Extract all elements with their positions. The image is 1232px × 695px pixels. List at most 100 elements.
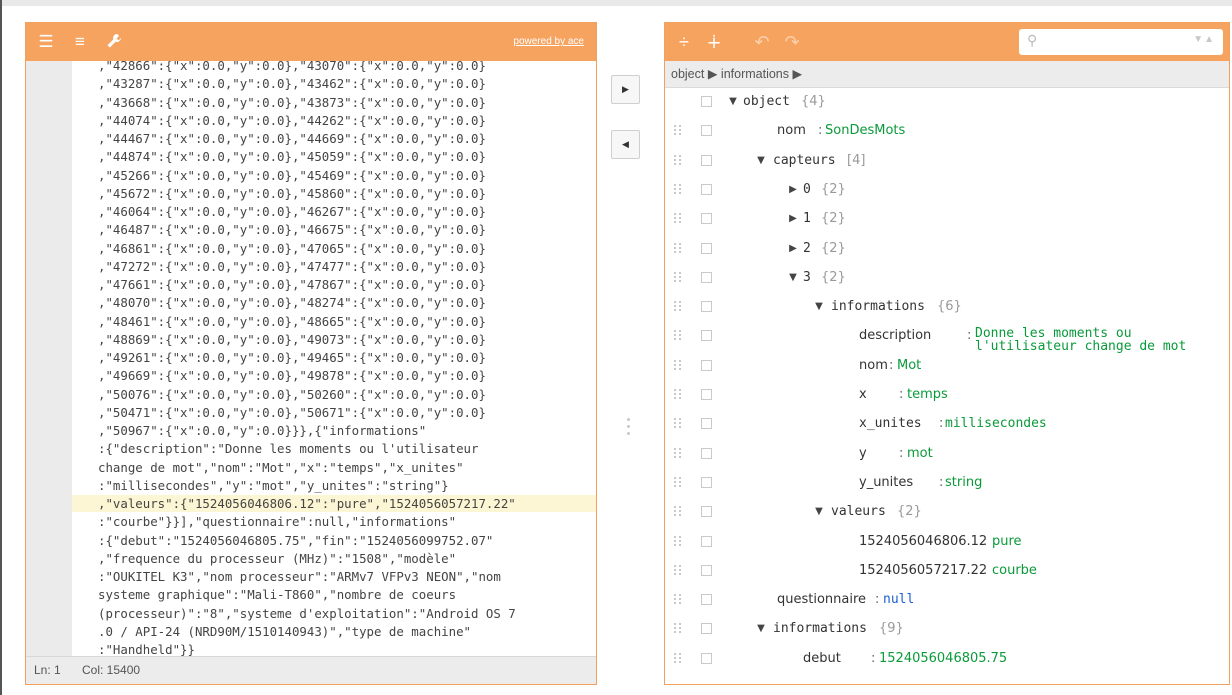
row-menu-checkbox[interactable] [701,447,712,459]
powered-by-ace-link[interactable]: powered by ace [513,36,584,47]
drag-handle-icon[interactable] [674,183,682,195]
drag-handle-icon[interactable] [674,506,682,517]
code-line[interactable]: ,"48461":{"x":0.0,"y":0.0},"48665":{"x":… [72,313,596,330]
code-line[interactable]: :"millisecondes","y":"mot","y_unites":"s… [72,477,596,494]
field-name[interactable]: description [859,321,931,350]
tree-row[interactable]: debut:1524056046805.75 [665,644,1229,673]
drag-handle-icon[interactable] [674,154,682,166]
row-menu-checkbox[interactable] [701,594,712,606]
field-value[interactable]: string [945,468,982,497]
code-line[interactable]: ,"50967":{"x":0.0,"y":0.0}}},{"informati… [72,422,596,439]
drag-handle-icon[interactable] [674,564,682,576]
field-name[interactable]: informations [773,614,867,643]
code-line[interactable]: (processeur)":"8","systeme d'exploitatio… [72,605,596,622]
field-name[interactable]: nom [777,116,806,145]
redo-icon[interactable]: ↷ [781,31,803,53]
expanded-arrow-icon[interactable]: ▼ [727,87,739,116]
field-name[interactable]: 1524056057217.22 [859,556,987,585]
field-name[interactable]: y_unites [859,468,913,497]
tree-row[interactable]: 1524056046806.12: pure [665,527,1229,556]
tree-row[interactable]: ▼ capteurs [4] [665,146,1229,175]
drag-handle-icon[interactable] [674,271,682,283]
drag-handle-icon[interactable] [674,242,682,254]
code-line[interactable]: ,"48070":{"x":0.0,"y":0.0},"48274":{"x":… [72,294,596,311]
row-menu-checkbox[interactable] [701,271,712,283]
field-value[interactable]: temps [907,380,948,409]
row-menu-checkbox[interactable] [701,652,712,664]
code-line[interactable]: .0 / API-24 (NRD90M/1510140943)","type d… [72,623,596,640]
expanded-arrow-icon[interactable]: ▼ [787,263,799,292]
code-line[interactable]: ,"43668":{"x":0.0,"y":0.0},"43873":{"x":… [72,94,596,111]
tree-row[interactable]: ▶ 2 {2} [665,234,1229,263]
tree-row[interactable]: ▶ 1 {2} [665,204,1229,233]
field-name[interactable]: 1524056046806.12 [859,527,987,556]
row-menu-checkbox[interactable] [701,418,712,430]
tree-row[interactable]: 1524056057217.22: courbe [665,556,1229,585]
row-menu-checkbox[interactable] [701,154,712,166]
field-value[interactable]: 1524056046805.75 [879,644,1007,673]
code-line[interactable]: :{"debut":"1524056046805.75","fin":"1524… [72,532,596,549]
code-line[interactable]: ,"48869":{"x":0.0,"y":0.0},"49073":{"x":… [72,331,596,348]
wrench-icon[interactable] [104,32,124,52]
tree-row[interactable]: ▼ valeurs {2} [665,497,1229,526]
code-line[interactable]: ,"44874":{"x":0.0,"y":0.0},"45059":{"x":… [72,148,596,165]
field-value[interactable]: Mot [897,351,921,380]
field-name[interactable]: 2 [803,234,811,263]
row-menu-checkbox[interactable] [701,96,712,107]
undo-icon[interactable]: ↶ [751,31,773,53]
field-value[interactable]: millisecondes [945,409,1047,438]
field-name[interactable]: 0 [803,175,811,204]
row-menu-checkbox[interactable] [701,242,712,254]
field-name[interactable]: questionnaire [777,585,866,614]
collapse-all-icon[interactable]: ∔ [703,31,725,53]
drag-handle-icon[interactable] [674,623,682,634]
tree-row[interactable]: ▼ 3 {2} [665,263,1229,292]
search-next-prev-icon[interactable]: ▼▲ [1193,34,1215,45]
code-line[interactable]: systeme graphique":"Mali-T860","nombre d… [72,586,596,603]
search-box[interactable]: ⚲ ▼▲ [1019,29,1223,55]
code-line[interactable]: ,"50471":{"x":0.0,"y":0.0},"50671":{"x":… [72,404,596,421]
code-line[interactable]: ,"47272":{"x":0.0,"y":0.0},"47477":{"x":… [72,258,596,275]
tree-row[interactable]: nom: Mot [665,351,1229,380]
tree-row[interactable]: y_unites: string [665,468,1229,497]
expanded-arrow-icon[interactable]: ▼ [755,614,767,643]
code-line[interactable]: ,"45672":{"x":0.0,"y":0.0},"45860":{"x":… [72,185,596,202]
collapsed-arrow-icon[interactable]: ▶ [787,175,799,204]
copy-to-right-button[interactable]: ▶ [611,75,640,104]
row-menu-checkbox[interactable] [701,125,712,137]
drag-handle-icon[interactable] [674,359,682,371]
code-line[interactable]: ,"43287":{"x":0.0,"y":0.0},"43462":{"x":… [72,75,596,92]
field-name[interactable]: valeurs [831,497,886,526]
code-line[interactable]: ,"49261":{"x":0.0,"y":0.0},"49465":{"x":… [72,349,596,366]
drag-handle-icon[interactable] [674,594,682,605]
field-value[interactable]: pure [992,527,1022,556]
row-menu-checkbox[interactable] [701,506,712,518]
drag-handle-icon[interactable] [674,389,682,400]
field-name[interactable]: informations [831,292,925,321]
tree-row[interactable]: x_unites: millisecondes [665,409,1229,438]
code-line[interactable]: ,"46861":{"x":0.0,"y":0.0},"47065":{"x":… [72,240,596,257]
field-name[interactable]: y [859,439,867,468]
panel-splitter[interactable] [627,418,630,446]
copy-to-left-button[interactable]: ◀ [611,130,640,159]
format-icon[interactable]: ☰ [36,32,56,52]
code-line[interactable]: ,"44467":{"x":0.0,"y":0.0},"44669":{"x":… [72,130,596,147]
row-menu-checkbox[interactable] [701,564,712,576]
code-line[interactable]: ,"47661":{"x":0.0,"y":0.0},"47867":{"x":… [72,276,596,293]
field-name[interactable]: 1 [803,204,811,233]
code-line[interactable]: change de mot","nom":"Mot","x":"temps","… [72,459,596,476]
tree-row[interactable]: ▼ informations {6} [665,292,1229,321]
row-menu-checkbox[interactable] [701,359,712,371]
tree-row[interactable]: x: temps [665,380,1229,409]
expanded-arrow-icon[interactable]: ▼ [813,292,825,321]
row-menu-checkbox[interactable] [701,389,712,400]
field-value[interactable]: Donne les moments ou l'utilisateur change… [975,327,1186,353]
collapsed-arrow-icon[interactable]: ▶ [787,234,799,263]
tree-row[interactable]: questionnaire: null [665,585,1229,614]
code-line[interactable]: :"courbe"}}],"questionnaire":null,"infor… [72,513,596,530]
tree-row[interactable]: ▼ informations {9} [665,614,1229,643]
field-name[interactable]: x_unites [859,409,922,438]
tree-row[interactable]: ▶ 0 {2} [665,175,1229,204]
drag-handle-icon[interactable] [674,330,682,341]
field-name[interactable]: capteurs [773,146,836,175]
